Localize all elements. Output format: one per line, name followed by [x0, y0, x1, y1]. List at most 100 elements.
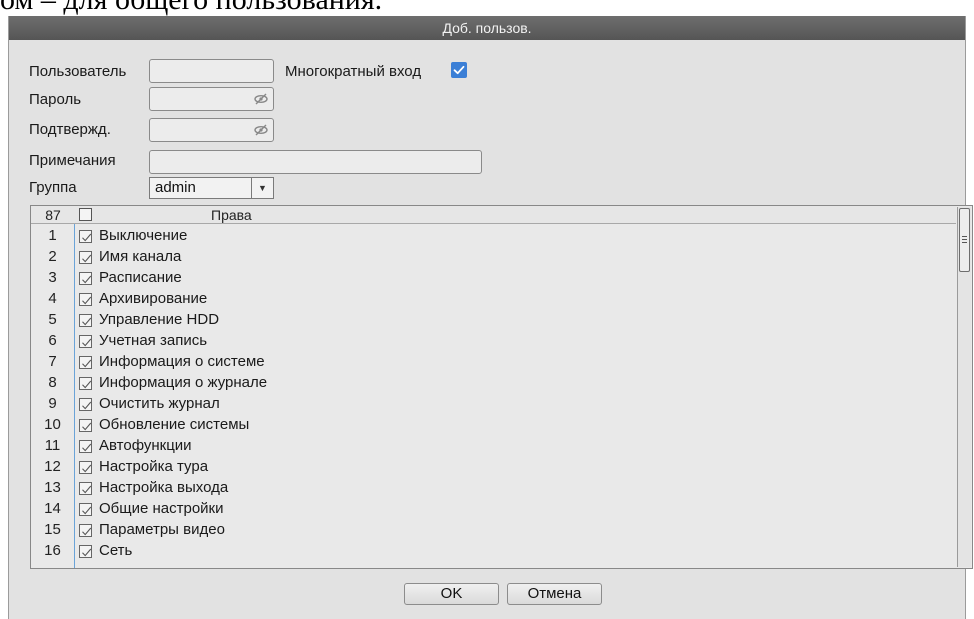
- rights-count: 87: [45, 207, 61, 223]
- checkmark-icon: [82, 506, 92, 515]
- right-name: Параметры видео: [99, 521, 225, 538]
- table-row[interactable]: 14 Общие настройки: [31, 499, 956, 520]
- background-text: ом – для общего пользования.: [0, 0, 382, 16]
- table-row[interactable]: 9 Очистить журнал: [31, 394, 956, 415]
- checkmark-icon: [82, 254, 92, 263]
- row-number: 10: [44, 416, 61, 433]
- group-label: Группа: [29, 179, 77, 196]
- row-number: 16: [44, 542, 61, 559]
- table-row[interactable]: 7 Информация о системе: [31, 352, 956, 373]
- scrollbar-thumb[interactable]: [959, 208, 970, 272]
- right-checkbox[interactable]: [79, 398, 92, 411]
- checkmark-icon: [82, 296, 92, 305]
- right-name: Настройка выхода: [99, 479, 229, 496]
- checkmark-icon: [82, 380, 92, 389]
- table-row[interactable]: 12 Настройка тура: [31, 457, 956, 478]
- ok-button[interactable]: OK: [404, 583, 499, 605]
- right-checkbox[interactable]: [79, 419, 92, 432]
- table-row[interactable]: 16 Сеть: [31, 541, 956, 562]
- right-checkbox[interactable]: [79, 482, 92, 495]
- row-number: 5: [48, 311, 57, 328]
- row-number: 3: [48, 269, 57, 286]
- row-number: 9: [48, 395, 57, 412]
- table-row[interactable]: 10 Обновление системы: [31, 415, 956, 436]
- checkmark-icon: [82, 338, 92, 347]
- table-row[interactable]: 1 Выключение: [31, 226, 956, 247]
- right-name: Расписание: [99, 269, 182, 286]
- right-checkbox[interactable]: [79, 272, 92, 285]
- row-number: 13: [44, 479, 61, 496]
- row-number: 14: [44, 500, 61, 517]
- checkmark-icon: [82, 401, 92, 410]
- right-name: Выключение: [99, 227, 188, 244]
- eye-slash-icon[interactable]: [254, 93, 268, 105]
- checkmark-icon: [82, 443, 92, 452]
- right-checkbox[interactable]: [79, 524, 92, 537]
- table-row[interactable]: 4 Архивирование: [31, 289, 956, 310]
- right-name: Автофункции: [99, 437, 192, 454]
- right-checkbox[interactable]: [79, 251, 92, 264]
- row-number: 1: [48, 227, 57, 244]
- right-checkbox[interactable]: [79, 545, 92, 558]
- add-user-dialog: Доб. пользов. Пользователь Многократный …: [8, 16, 973, 619]
- checkmark-icon: [82, 359, 92, 368]
- right-name: Сеть: [99, 542, 133, 559]
- checkmark-icon: [82, 548, 92, 557]
- right-checkbox[interactable]: [79, 314, 92, 327]
- right-name: Очистить журнал: [99, 395, 220, 412]
- checkmark-icon: [82, 317, 92, 326]
- table-header: 87 Права: [31, 206, 956, 224]
- checkmark-icon: [82, 485, 92, 494]
- right-name: Архивирование: [99, 290, 208, 307]
- rights-scrollbar[interactable]: [957, 207, 971, 567]
- right-checkbox[interactable]: [79, 503, 92, 516]
- right-checkbox[interactable]: [79, 461, 92, 474]
- password-label: Пароль: [29, 91, 82, 108]
- checkmark-icon: [453, 65, 465, 75]
- table-row[interactable]: 13 Настройка выхода: [31, 478, 956, 499]
- multi-login-checkbox[interactable]: [451, 62, 467, 78]
- confirm-password-input[interactable]: [149, 118, 274, 142]
- cancel-button[interactable]: Отмена: [507, 583, 602, 605]
- eye-slash-icon[interactable]: [254, 124, 268, 136]
- right-checkbox[interactable]: [79, 230, 92, 243]
- right-checkbox[interactable]: [79, 440, 92, 453]
- right-checkbox[interactable]: [79, 335, 92, 348]
- right-name: Имя канала: [99, 248, 182, 265]
- right-checkbox[interactable]: [79, 377, 92, 390]
- row-number: 6: [48, 332, 57, 349]
- triangle-down-icon: ▼: [251, 178, 273, 198]
- checkmark-icon: [82, 422, 92, 431]
- right-name: Управление HDD: [99, 311, 220, 328]
- select-all-checkbox[interactable]: [79, 208, 92, 221]
- background-document-text: ом – для общего пользования.: [0, 0, 974, 16]
- right-checkbox[interactable]: [79, 293, 92, 306]
- row-number: 2: [48, 248, 57, 265]
- table-row[interactable]: 11 Автофункции: [31, 436, 956, 457]
- checkmark-icon: [82, 464, 92, 473]
- row-number: 12: [44, 458, 61, 475]
- table-row[interactable]: 2 Имя канала: [31, 247, 956, 268]
- password-input[interactable]: [149, 87, 274, 111]
- table-row[interactable]: 6 Учетная запись: [31, 331, 956, 352]
- right-checkbox[interactable]: [79, 356, 92, 369]
- checkmark-icon: [82, 527, 92, 536]
- multi-login-label: Многократный вход: [285, 63, 422, 80]
- row-number: 7: [48, 353, 57, 370]
- checkmark-icon: [82, 275, 92, 284]
- row-number: 15: [44, 521, 61, 538]
- checkmark-icon: [82, 233, 92, 242]
- right-name: Настройка тура: [99, 458, 209, 475]
- table-row[interactable]: 15 Параметры видео: [31, 520, 956, 541]
- notes-input[interactable]: [149, 150, 482, 174]
- right-name: Учетная запись: [99, 332, 208, 349]
- table-row[interactable]: 8 Информация о журнале: [31, 373, 956, 394]
- table-row[interactable]: 5 Управление HDD: [31, 310, 956, 331]
- right-name: Общие настройки: [99, 500, 224, 517]
- table-row[interactable]: 3 Расписание: [31, 268, 956, 289]
- group-select[interactable]: admin ▼: [149, 177, 274, 199]
- dialog-title: Доб. пользов.: [9, 16, 965, 40]
- user-name-input[interactable]: [149, 59, 274, 83]
- notes-label: Примечания: [29, 152, 116, 169]
- row-number: 4: [48, 290, 57, 307]
